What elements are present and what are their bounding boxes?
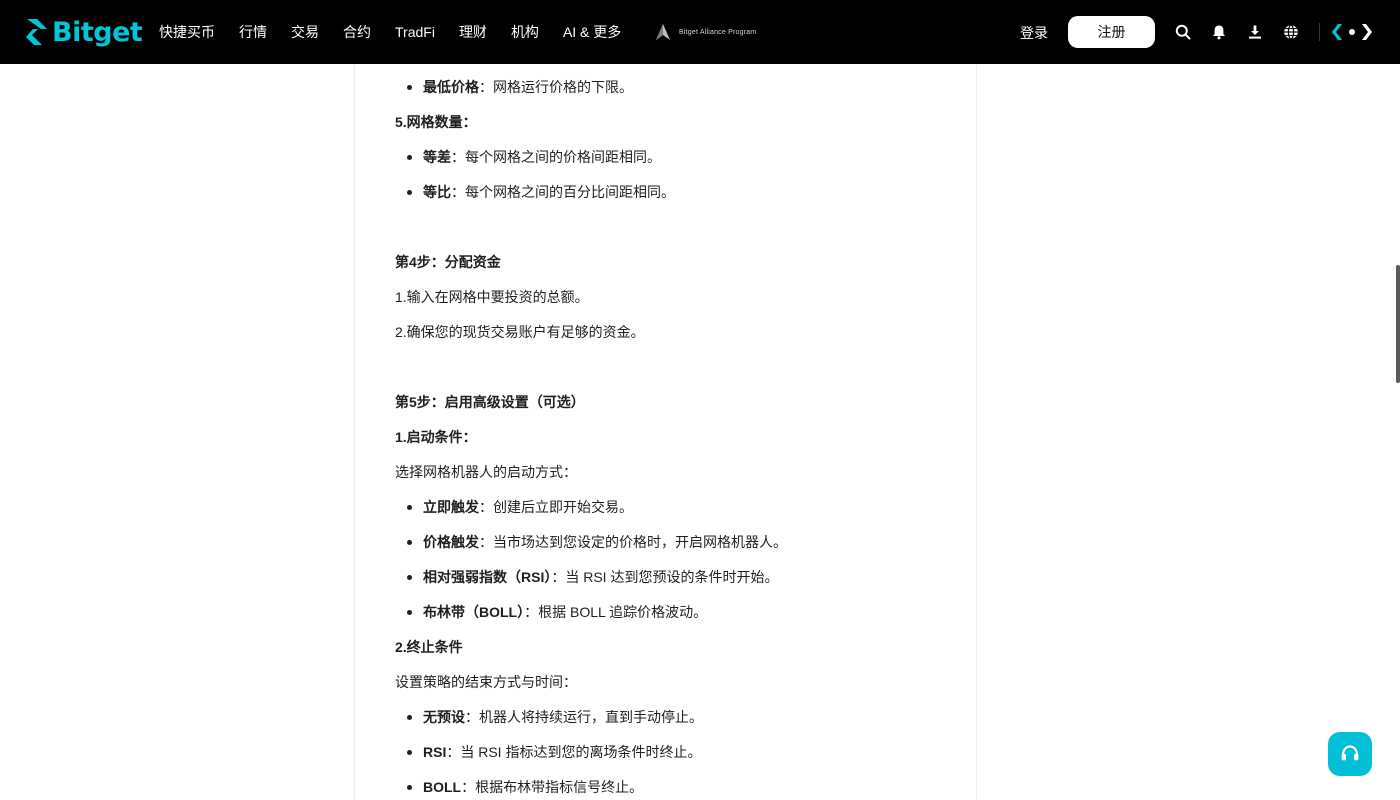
term: 等比 [423,184,451,200]
list-item: 等比：每个网格之间的百分比间距相同。 [407,183,675,201]
nav-ai-more[interactable]: AI & 更多 [563,22,621,42]
description: ：每个网格之间的价格间距相同。 [451,149,661,165]
customer-support-button[interactable] [1328,732,1372,776]
download-icon [1249,25,1261,39]
section-heading: 1.启动条件： [395,429,477,445]
search-button[interactable] [1174,23,1192,41]
alliance-program-banner[interactable]: Bitget Alliance Program [655,22,756,42]
list-item: 最低价格：网格运行价格的下限。 [407,78,633,96]
main-nav: 快捷买币 行情 交易 合约 TradFi 理财 机构 AI & 更多 [159,0,645,64]
list-item: BOLL：根据布林带指标信号终止。 [406,778,644,796]
nav-institutional[interactable]: 机构 [511,22,539,42]
list-item: 立即触发：创建后立即开始交易。 [407,498,633,516]
step-heading: 第4步：分配资金 [395,254,501,270]
section-heading: 5.网格数量： [395,114,477,130]
globe-icon [1284,24,1298,40]
nav-tradfi[interactable]: TradFi [395,24,435,40]
headset-icon [1341,745,1359,761]
term: BOLL [423,779,462,795]
list-item: 相对强弱指数（RSI）：当 RSI 达到您预设的条件时开始。 [406,568,779,586]
nav-markets[interactable]: 行情 [239,22,267,42]
paragraph: 设置策略的结束方式与时间： [395,674,577,690]
download-button[interactable] [1246,23,1264,41]
term: 相对强弱指数（RSI） [423,569,552,585]
description: ：当 RSI 达到您预设的条件时开始。 [551,569,779,585]
term: 价格触发 [423,534,479,550]
term: 等差 [423,149,451,165]
list-item: 无预设：机器人将持续运行，直到手动停止。 [407,708,703,726]
nav-earn[interactable]: 理财 [459,22,487,42]
description: ：机器人将持续运行，直到手动停止。 [465,709,703,725]
paragraph: 1.输入在网格中要投资的总额。 [395,289,589,305]
bitget-logo-icon [26,19,47,45]
language-button[interactable] [1282,23,1300,41]
register-button[interactable]: 注册 [1068,16,1155,48]
term: 无预设 [423,709,465,725]
description: ：网格运行价格的下限。 [479,79,633,95]
notifications-button[interactable] [1210,23,1228,41]
list-item: RSI：当 RSI 指标达到您的离场条件时终止。 [406,743,702,761]
nav-trade[interactable]: 交易 [291,22,319,42]
term: 布林带（BOLL） [423,604,525,620]
description: ：当 RSI 指标达到您的离场条件时终止。 [446,744,702,760]
bell-icon [1213,25,1225,40]
header-divider [1319,23,1320,41]
description: ：创建后立即开始交易。 [479,499,633,515]
top-navigation-bar: Bitget 快捷买币 行情 交易 合约 TradFi 理财 机构 AI & 更… [0,0,1400,64]
brand-logo-icon [1332,24,1372,40]
term: RSI [423,744,447,760]
term: 最低价格 [423,79,479,95]
description: ：根据 BOLL 追踪价格波动。 [524,604,708,620]
list-item: 布林带（BOLL）：根据 BOLL 追踪价格波动。 [406,603,708,621]
alliance-program-text: Bitget Alliance Program [679,28,757,36]
logo-text: Bitget [52,16,143,48]
paragraph: 选择网格机器人的启动方式： [395,464,577,480]
section-heading: 2.终止条件 [395,639,463,655]
step-heading: 第5步：启用高级设置（可选） [395,394,585,410]
login-button[interactable]: 登录 [1020,23,1048,43]
list-item: 价格触发：当市场达到您设定的价格时，开启网格机器人。 [407,533,787,551]
nav-quick-buy[interactable]: 快捷买币 [159,22,215,42]
term: 立即触发 [423,499,479,515]
page-scrollbar-thumb[interactable] [1396,265,1400,383]
search-icon [1175,24,1191,40]
brand-logo-button[interactable] [1330,22,1374,42]
description: ：当市场达到您设定的价格时，开启网格机器人。 [479,534,787,550]
alliance-logo-icon [656,24,670,40]
description: ：每个网格之间的百分比间距相同。 [451,184,675,200]
article-content: 最低价格：网格运行价格的下限。 5.网格数量： 等差：每个网格之间的价格间距相同… [354,64,977,800]
nav-futures[interactable]: 合约 [343,22,371,42]
bitget-logo[interactable]: Bitget [24,14,143,50]
description: ：根据布林带指标信号终止。 [461,779,644,795]
paragraph: 2.确保您的现货交易账户有足够的资金。 [395,324,645,340]
list-item: 等差：每个网格之间的价格间距相同。 [407,148,661,166]
